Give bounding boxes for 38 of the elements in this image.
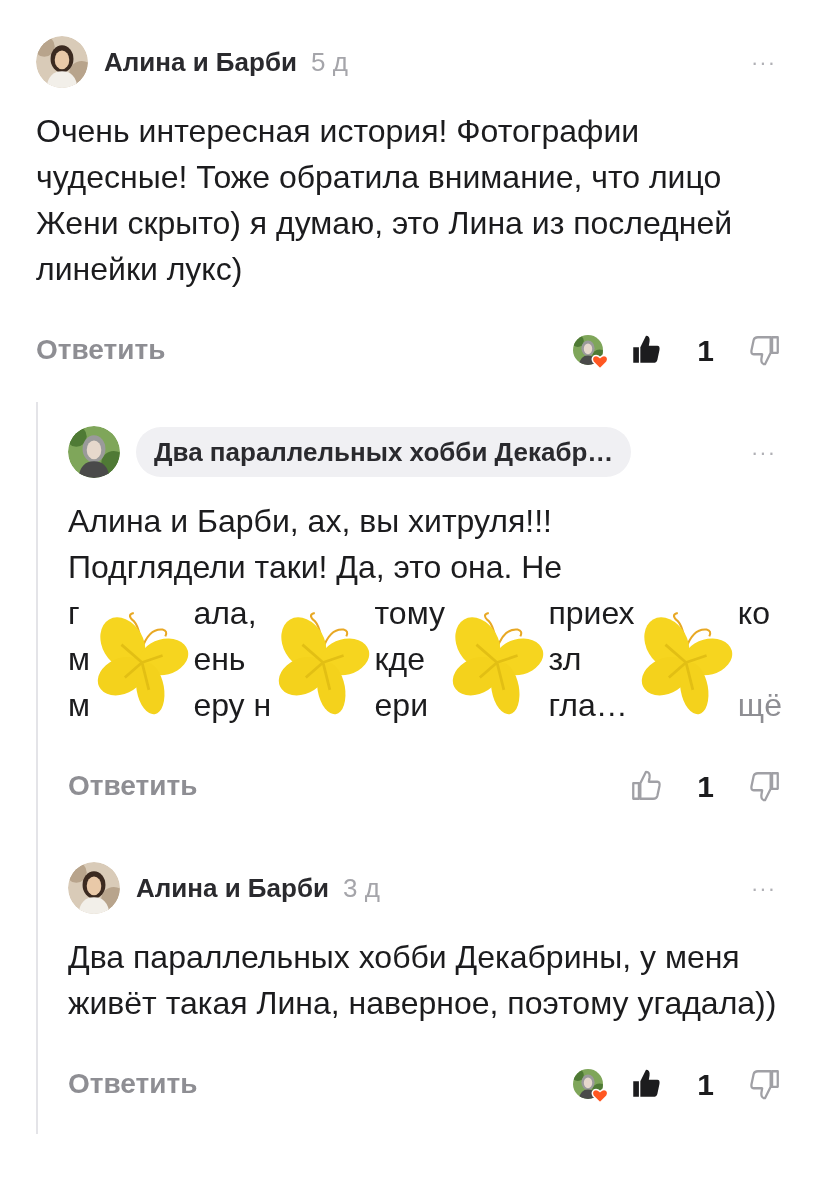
like-count: 1 (697, 1066, 714, 1103)
text-fragment: ала, (193, 594, 257, 633)
thumbs-up-icon[interactable] (629, 769, 664, 803)
comment-time: 3 д (342, 871, 380, 905)
text-fragment: тому (374, 594, 445, 633)
more-button[interactable]: ··· (751, 435, 776, 469)
reply-link[interactable]: Ответить (68, 765, 198, 807)
reply-link[interactable]: Ответить (68, 1063, 198, 1105)
thumbs-down-icon[interactable] (748, 1067, 782, 1101)
text-fragment: ко (737, 594, 770, 633)
author-chip[interactable]: Два параллельных хобби Декабр… (136, 427, 632, 477)
more-link[interactable]: щё (737, 682, 782, 728)
text-fragment: м (68, 640, 90, 679)
comment-text-line: Подглядели таки! Да, это она. Не (68, 548, 564, 587)
text-fragment: кде (374, 640, 425, 679)
heart-icon (591, 1087, 610, 1105)
like-count: 1 (697, 332, 714, 369)
text-fragment: приех (548, 594, 635, 633)
comment-text-line: Алина и Барби, ах, вы хитруля!!! (68, 502, 553, 541)
text-fragment: м (68, 686, 90, 725)
author-name[interactable]: Алина и Барби (136, 868, 329, 908)
comment-time: 5 д (310, 45, 348, 79)
comment-text: Два параллельных хобби Декабрины, у меня живёт такая Лина, наверное, поэтому угадала)) (68, 938, 778, 1023)
text-fragment: ери (374, 686, 428, 725)
reply-link[interactable]: Ответить (36, 329, 166, 371)
text-fragment: гла… (548, 686, 628, 725)
text-fragment: зл (548, 640, 582, 679)
comment-text: Очень интересная история! Фотографии чудесные! Тоже обратила внимание, что лицо Жени скрыто) я думаю, это Лина из последней линейки лукс) (36, 112, 734, 289)
text-fragment: г (68, 594, 80, 633)
thumbs-down-icon[interactable] (748, 333, 782, 367)
more-button[interactable]: ··· (751, 45, 776, 79)
author-name[interactable]: Алина и Барби (104, 42, 297, 82)
thumbs-down-icon[interactable] (748, 769, 782, 803)
text-fragment: еру н (193, 686, 272, 725)
text-fragment: ень (193, 640, 246, 679)
heart-icon (591, 353, 610, 371)
like-count: 1 (697, 768, 714, 805)
more-button[interactable]: ··· (751, 871, 776, 905)
